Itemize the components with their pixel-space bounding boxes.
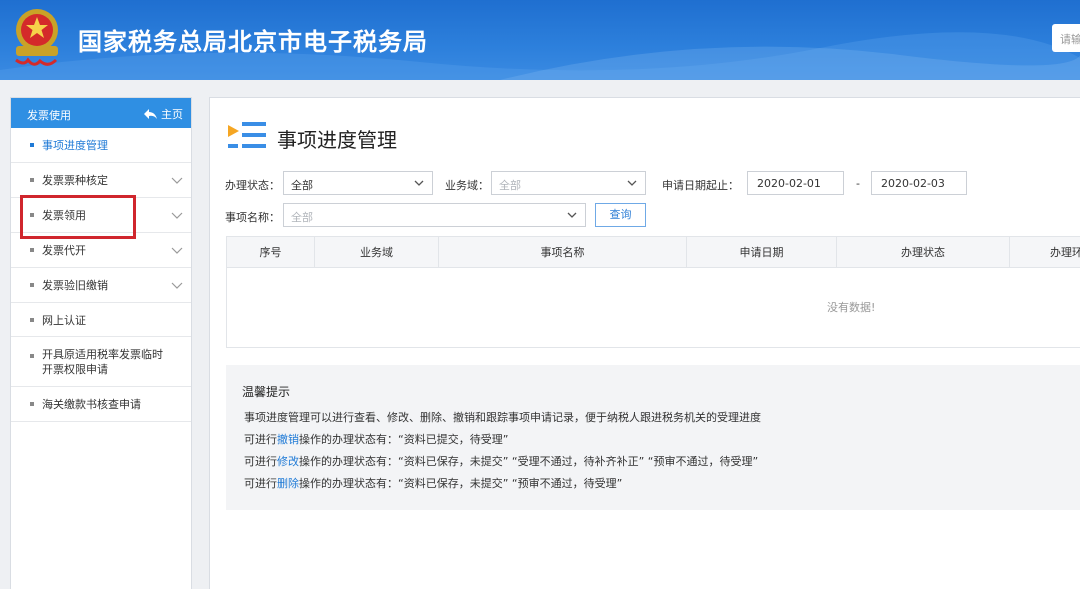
date-from-input[interactable]: 2020-02-01 — [747, 171, 844, 195]
tip-text: 操作的办理状态有：“资料已保存，未提交” “预审不通过，待受理” — [299, 477, 623, 490]
header-search-input[interactable]: 请输 — [1052, 24, 1080, 52]
back-arrow-icon — [144, 109, 157, 119]
sidebar-item-label: 开具原适用税率发票临时开票权限申请 — [42, 347, 163, 376]
modify-action-link[interactable]: 修改 — [277, 455, 299, 468]
sidebar-item-label: 发票领用 — [42, 209, 86, 222]
results-table: 序号 业务域 事项名称 申请日期 办理状态 办理环 没有数据! — [226, 236, 1080, 348]
tips-panel: 温馨提示 事项进度管理可以进行查看、修改、删除、撤销和跟踪事项申请记录，便于纳税… — [226, 365, 1080, 510]
tip-line: 可进行修改操作的办理状态有：“资料已保存，未提交” “受理不通过，待补齐补正” … — [244, 453, 758, 469]
domain-label: 业务域： — [445, 179, 489, 192]
bullet-icon — [30, 178, 34, 182]
home-link[interactable]: 主页 — [144, 106, 183, 122]
column-header: 办理环 — [1050, 246, 1080, 259]
home-label: 主页 — [161, 108, 183, 121]
sidebar-item-invoice-type[interactable]: 发票票种核定 — [11, 163, 191, 198]
site-header: 国家税务总局北京市电子税务局 请输 — [0, 0, 1080, 80]
sidebar-item-progress[interactable]: 事项进度管理 — [11, 128, 191, 163]
column-header: 事项名称 — [439, 237, 687, 268]
sidebar-item-label: 网上认证 — [42, 313, 86, 327]
table-header: 序号 业务域 事项名称 申请日期 办理状态 办理环 — [227, 237, 1080, 268]
cancel-action-link[interactable]: 撤销 — [277, 433, 299, 446]
column-header: 申请日期 — [687, 237, 837, 268]
chevron-down-icon — [567, 212, 577, 218]
sidebar-item-label: 发票代开 — [42, 244, 86, 257]
bullet-icon — [30, 213, 34, 217]
tip-text: 可进行 — [244, 433, 277, 446]
status-select[interactable]: 全部 — [283, 171, 433, 195]
sidebar-title: 发票使用 — [27, 109, 71, 122]
query-button[interactable]: 查询 — [595, 203, 646, 227]
bullet-icon — [30, 317, 34, 322]
page-title: 事项进度管理 — [277, 128, 397, 152]
sidebar-item-label: 发票验旧缴销 — [42, 279, 108, 292]
tip-line: 事项进度管理可以进行查看、修改、删除、撤销和跟踪事项申请记录，便于纳税人跟进税务… — [244, 411, 761, 424]
chevron-down-icon — [171, 247, 183, 254]
tip-line: 可进行撤销操作的办理状态有：“资料已提交，待受理” — [244, 431, 508, 447]
bullet-icon — [30, 354, 34, 358]
sidebar-item-label: 事项进度管理 — [42, 139, 108, 152]
bullet-icon — [30, 248, 34, 252]
tip-text: 操作的办理状态有：“资料已保存，未提交” “受理不通过，待补齐补正” “预审不通… — [299, 455, 759, 468]
sidebar-header: 发票使用 主页 — [11, 98, 191, 128]
tips-title: 温馨提示 — [242, 385, 291, 399]
site-title: 国家税务总局北京市电子税务局 — [78, 28, 428, 56]
bullet-icon — [30, 402, 34, 406]
sidebar-item-temp-permission[interactable]: 开具原适用税率发票临时开票权限申请 — [11, 337, 191, 387]
sidebar-item-invoice-cancel[interactable]: 发票验旧缴销 — [11, 268, 191, 303]
sidebar-item-label: 发票票种核定 — [42, 174, 108, 187]
sidebar-item-invoice-claim[interactable]: 发票领用 — [11, 198, 191, 233]
domain-select-value: 全部 — [499, 179, 521, 192]
status-label: 办理状态： — [225, 179, 280, 192]
item-name-select[interactable]: 全部 — [283, 203, 586, 227]
main-panel: 事项进度管理 办理状态： 全部 业务域： 全部 申请日期起止： 2020-02-… — [209, 97, 1080, 589]
sidebar-item-label: 海关缴款书核查申请 — [42, 398, 141, 411]
sidebar: 发票使用 主页 事项进度管理 发票票种核定 发票领用 发票代开 发票验旧缴销 网… — [10, 97, 192, 589]
domain-select[interactable]: 全部 — [491, 171, 646, 195]
tip-text: 操作的办理状态有：“资料已提交，待受理” — [299, 433, 509, 446]
list-icon — [228, 122, 266, 148]
tip-text: 可进行 — [244, 477, 277, 490]
bullet-icon — [30, 283, 34, 287]
item-name-select-value: 全部 — [291, 211, 313, 224]
sidebar-item-customs-check[interactable]: 海关缴款书核查申请 — [11, 387, 191, 422]
sidebar-item-invoice-proxy[interactable]: 发票代开 — [11, 233, 191, 268]
date-to-input[interactable]: 2020-02-03 — [871, 171, 967, 195]
sidebar-item-online-auth[interactable]: 网上认证 — [11, 303, 191, 337]
column-header: 办理状态 — [837, 237, 1010, 268]
chevron-down-icon — [171, 212, 183, 219]
chevron-down-icon — [171, 282, 183, 289]
chevron-down-icon — [414, 180, 424, 186]
tip-text: 可进行 — [244, 455, 277, 468]
column-header: 序号 — [227, 237, 315, 268]
tax-emblem-logo — [15, 9, 58, 66]
date-range-label: 申请日期起止： — [662, 179, 739, 192]
status-select-value: 全部 — [291, 179, 313, 192]
tip-line: 可进行删除操作的办理状态有：“资料已保存，未提交” “预审不通过，待受理” — [244, 475, 622, 491]
chevron-down-icon — [627, 180, 637, 186]
item-name-label: 事项名称： — [225, 211, 280, 224]
bullet-icon — [30, 143, 34, 147]
chevron-down-icon — [171, 177, 183, 184]
date-separator: - — [856, 177, 860, 190]
empty-state-text: 没有数据! — [827, 301, 876, 314]
column-header: 业务域 — [315, 237, 439, 268]
delete-action-link[interactable]: 删除 — [277, 477, 299, 490]
